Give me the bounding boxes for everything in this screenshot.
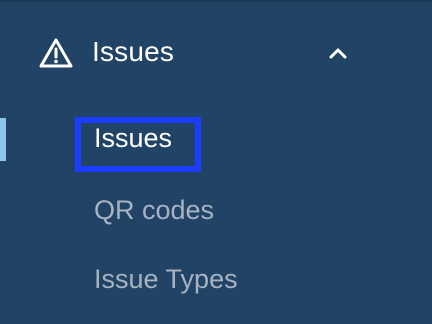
sidebar-subitem-issues[interactable]: Issues [94, 122, 172, 154]
sidebar-subitem-qr-codes[interactable]: QR codes [94, 194, 214, 226]
warning-triangle-icon [38, 37, 74, 69]
active-item-indicator [0, 118, 6, 161]
sidebar-subitem-issue-types[interactable]: Issue Types [94, 263, 238, 295]
sidebar-section-issues-header[interactable]: Issues [0, 18, 432, 86]
sidebar-section-title: Issues [92, 36, 175, 67]
chevron-up-icon[interactable] [326, 44, 350, 62]
sidebar: Issues Issues QR codes Issue Types [0, 0, 432, 324]
